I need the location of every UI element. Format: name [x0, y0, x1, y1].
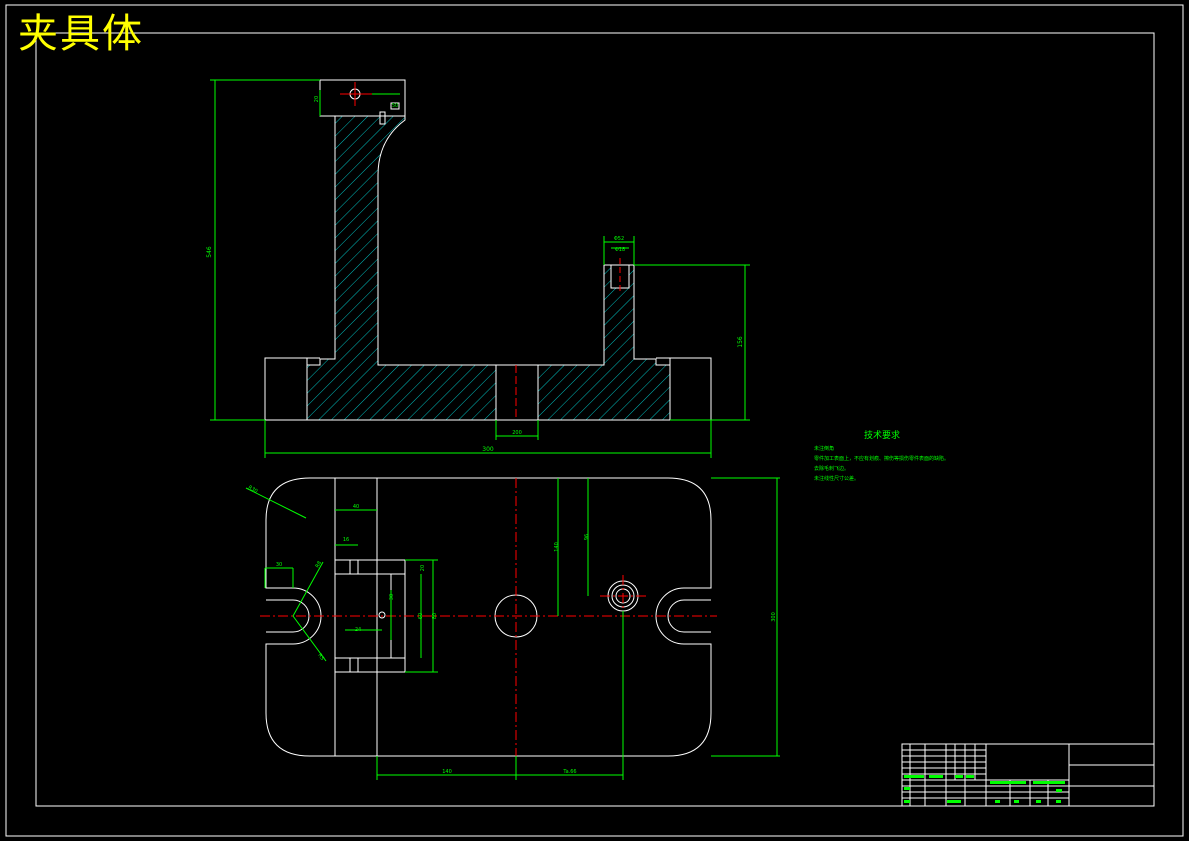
top-head	[319, 79, 406, 117]
dim-r-slot: R8	[315, 560, 324, 569]
dim-col-width: 40	[353, 504, 359, 510]
dim-right-b: 96	[584, 534, 590, 540]
base-left-block	[264, 357, 308, 421]
tech-line-3: 去除毛刺飞边。	[814, 466, 850, 472]
dim-post-height: 156	[737, 336, 744, 348]
tech-line-1: 未注倒角	[814, 446, 835, 452]
dim-mid-w: 24	[355, 627, 361, 633]
drawing-canvas: 546 20 156 Φ52 Φ18 200 300 50 40 16 30 R…	[5, 4, 1184, 837]
dim-right-a: 140	[554, 542, 560, 552]
dim-post-inner: Φ18	[615, 247, 625, 253]
dim-post-outer: Φ52	[614, 236, 624, 242]
dim-overall-height: 546	[206, 246, 213, 258]
dim-box-a: 20	[420, 565, 426, 571]
dim-bottom-right: Ta.66	[562, 769, 576, 775]
dim-top-small: 20	[314, 96, 320, 102]
dim-mid-h: 30	[389, 594, 395, 600]
dim-center-hole: 200	[512, 430, 522, 436]
dim-bottom-left: 140	[442, 769, 452, 775]
tech-line-4: 未注线性尺寸公差。	[814, 476, 860, 482]
dim-plan-height: 300	[771, 612, 777, 622]
base-hole	[495, 364, 539, 421]
base-right-block	[669, 357, 712, 421]
title-block-labels	[904, 775, 1065, 803]
dim-box-b: 60	[418, 613, 424, 619]
dim-slot-16: 16	[343, 537, 349, 543]
dim-box-c: 80	[432, 613, 438, 619]
tech-line-2: 零件加工表面上，不应有划痕、擦伤等损伤零件表面的缺陷。	[814, 456, 950, 462]
plan-outline	[265, 477, 712, 757]
dim-slot-a: 30	[276, 562, 282, 568]
dim-top-right: 50	[392, 103, 398, 109]
front-view: 546 20 156 Φ52 Φ18 200 300 50	[206, 79, 750, 458]
plan-view	[265, 477, 712, 757]
dim-r-slot-b: R5	[316, 653, 325, 662]
drawing-title: 夹具体	[18, 11, 144, 57]
tech-heading: 技术要求	[864, 431, 901, 441]
dim-base-width: 300	[482, 446, 494, 453]
